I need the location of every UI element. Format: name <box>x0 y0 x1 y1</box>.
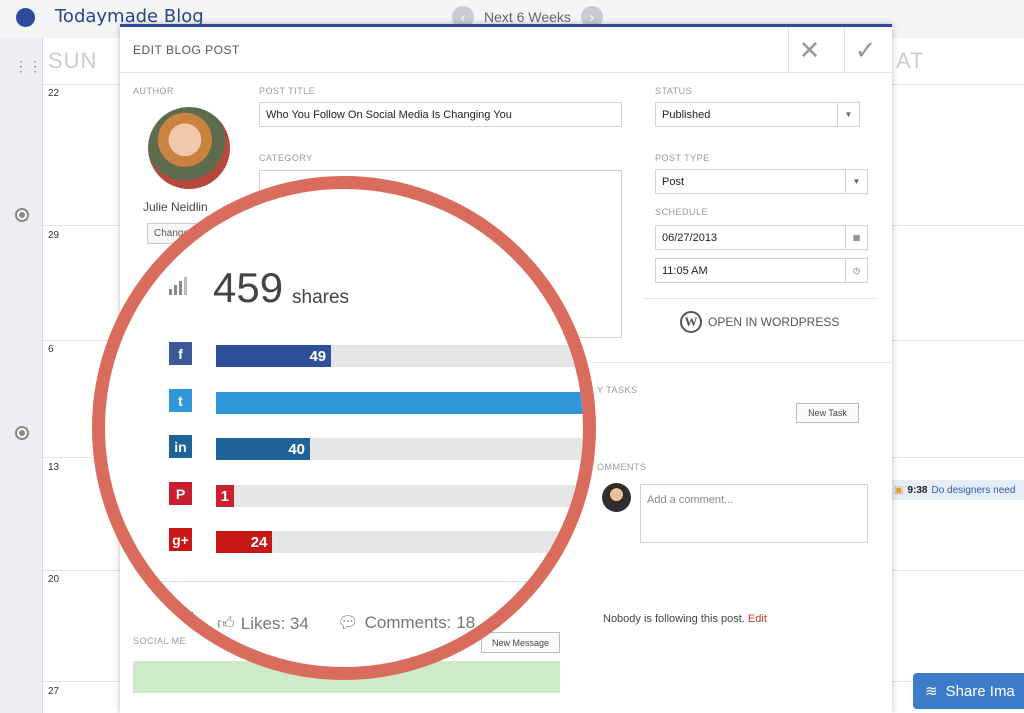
comments-text: Comments: 18 <box>364 613 476 632</box>
day-number: 27 <box>48 686 60 697</box>
post-title-label: POST TITLE <box>259 86 316 96</box>
share-bar-track: 49 <box>216 345 583 367</box>
divider <box>155 581 583 582</box>
share-bar-facebook: 49 <box>216 345 332 367</box>
calendar-event[interactable]: ▣ 9:38 Do designers need <box>890 480 1024 500</box>
following-status: Nobody is following this post. Edit <box>603 613 767 625</box>
share-bar-track <box>216 392 583 414</box>
layers-icon: ≋ <box>925 683 938 700</box>
edit-followers-link[interactable]: Edit <box>748 613 767 625</box>
share-bar-track: 1 <box>216 485 583 507</box>
share-count-linkedin: 40 <box>288 440 305 458</box>
tasks-label: Y TASKS <box>597 385 638 395</box>
chevron-down-icon: ▼ <box>845 170 867 193</box>
facebook-icon[interactable]: f <box>169 342 192 365</box>
schedule-date-input[interactable]: 06/27/2013 ▦ <box>655 225 868 250</box>
total-shares-count: 459 <box>213 264 284 311</box>
share-stats-icon <box>169 277 187 295</box>
close-icon: ✕ <box>798 34 821 65</box>
save-button[interactable]: ✓ <box>844 27 886 73</box>
share-bar-linkedin: 40 <box>216 438 310 460</box>
day-number: 6 <box>48 344 54 355</box>
check-icon: ✓ <box>854 34 877 65</box>
modal-title: EDIT BLOG POST <box>133 43 240 57</box>
thumbs-up-icon: 👍︎ <box>217 614 235 633</box>
share-bar-track: 40 <box>216 438 583 460</box>
likes-text: Likes: 34 <box>240 613 309 633</box>
schedule-time-value: 11:05 AM <box>662 264 708 277</box>
facebook-icon: f <box>171 612 193 636</box>
speech-bubble-icon: 💬︎ <box>337 613 359 632</box>
close-button[interactable]: ✕ <box>788 27 830 73</box>
calendar-icon[interactable]: ▦ <box>845 226 867 249</box>
magnifier-overlay: 459 shares f 49 t in 40 P 1 g+ 24 f 👍︎ Likes: 34… <box>92 176 596 680</box>
blog-dot-icon <box>16 8 35 27</box>
event-time: 9:38 <box>907 484 928 496</box>
comments-label: OMMENTS <box>597 462 647 472</box>
chevron-down-icon: ▼ <box>837 103 859 126</box>
day-header-sun: SUN <box>48 48 98 73</box>
comment-input[interactable]: Add a comment... <box>640 484 868 543</box>
divider <box>593 362 891 363</box>
event-title: Do designers need <box>931 484 1016 496</box>
comment-placeholder: Add a comment... <box>647 494 734 506</box>
calendar-event-icon: ▣ <box>894 484 904 496</box>
week-radio-icon[interactable] <box>15 208 29 222</box>
range-label: Next 6 Weeks <box>484 9 571 25</box>
author-label: AUTHOR <box>133 86 174 96</box>
new-task-button[interactable]: New Task <box>796 403 859 423</box>
day-number: 22 <box>48 88 60 99</box>
divider <box>643 298 878 299</box>
share-image-label: Share Ima <box>945 682 1015 700</box>
clock-icon[interactable]: ◷ <box>845 259 867 282</box>
post-type-label: POST TYPE <box>655 153 710 163</box>
day-number: 29 <box>48 230 60 241</box>
day-number: 20 <box>48 574 60 585</box>
week-radio-icon[interactable] <box>15 426 29 440</box>
schedule-time-input[interactable]: 11:05 AM ◷ <box>655 258 868 283</box>
status-select[interactable]: Published ▼ <box>655 102 860 127</box>
day-number: 13 <box>48 462 60 473</box>
avatar <box>148 107 230 189</box>
share-image-button[interactable]: ≋ Share Ima <box>913 673 1024 709</box>
share-count-facebook: 49 <box>309 347 327 365</box>
likes-count: 👍︎ Likes: 34 <box>217 613 309 634</box>
status-value: Published <box>662 108 711 121</box>
shares-label: shares <box>292 287 350 308</box>
post-type-select[interactable]: Post ▼ <box>655 169 868 194</box>
share-bar-googleplus: 24 <box>216 531 273 553</box>
pinterest-icon[interactable]: P <box>169 482 192 505</box>
share-bar-pinterest: 1 <box>216 485 234 507</box>
post-type-value: Post <box>662 175 685 188</box>
linkedin-icon[interactable]: in <box>169 435 192 458</box>
status-label: STATUS <box>655 86 693 96</box>
left-rail <box>0 38 43 713</box>
share-bar-track: 24 <box>216 531 583 553</box>
comments-count: 💬︎ Comments: 18 <box>337 613 475 633</box>
schedule-date-value: 06/27/2013 <box>662 231 718 244</box>
day-header-sat: AT <box>896 48 925 73</box>
open-in-wordpress-link[interactable]: W OPEN IN WORDPRESS <box>680 311 839 333</box>
schedule-label: SCHEDULE <box>655 207 709 217</box>
share-count-pinterest: 1 <box>220 487 229 505</box>
post-title-input[interactable]: Who You Follow On Social Media Is Changi… <box>259 102 622 127</box>
share-count-googleplus: 24 <box>250 533 268 551</box>
wordpress-icon: W <box>680 311 702 333</box>
googleplus-icon[interactable]: g+ <box>169 528 192 551</box>
share-bar-twitter <box>216 392 583 414</box>
category-label: CATEGORY <box>259 153 313 163</box>
wordpress-label: OPEN IN WORDPRESS <box>708 315 840 329</box>
modal-header: EDIT BLOG POST ✕ ✓ <box>120 27 892 73</box>
following-text: Nobody is following this post. <box>603 613 745 625</box>
twitter-icon[interactable]: t <box>169 389 192 412</box>
commenter-avatar <box>602 483 631 512</box>
